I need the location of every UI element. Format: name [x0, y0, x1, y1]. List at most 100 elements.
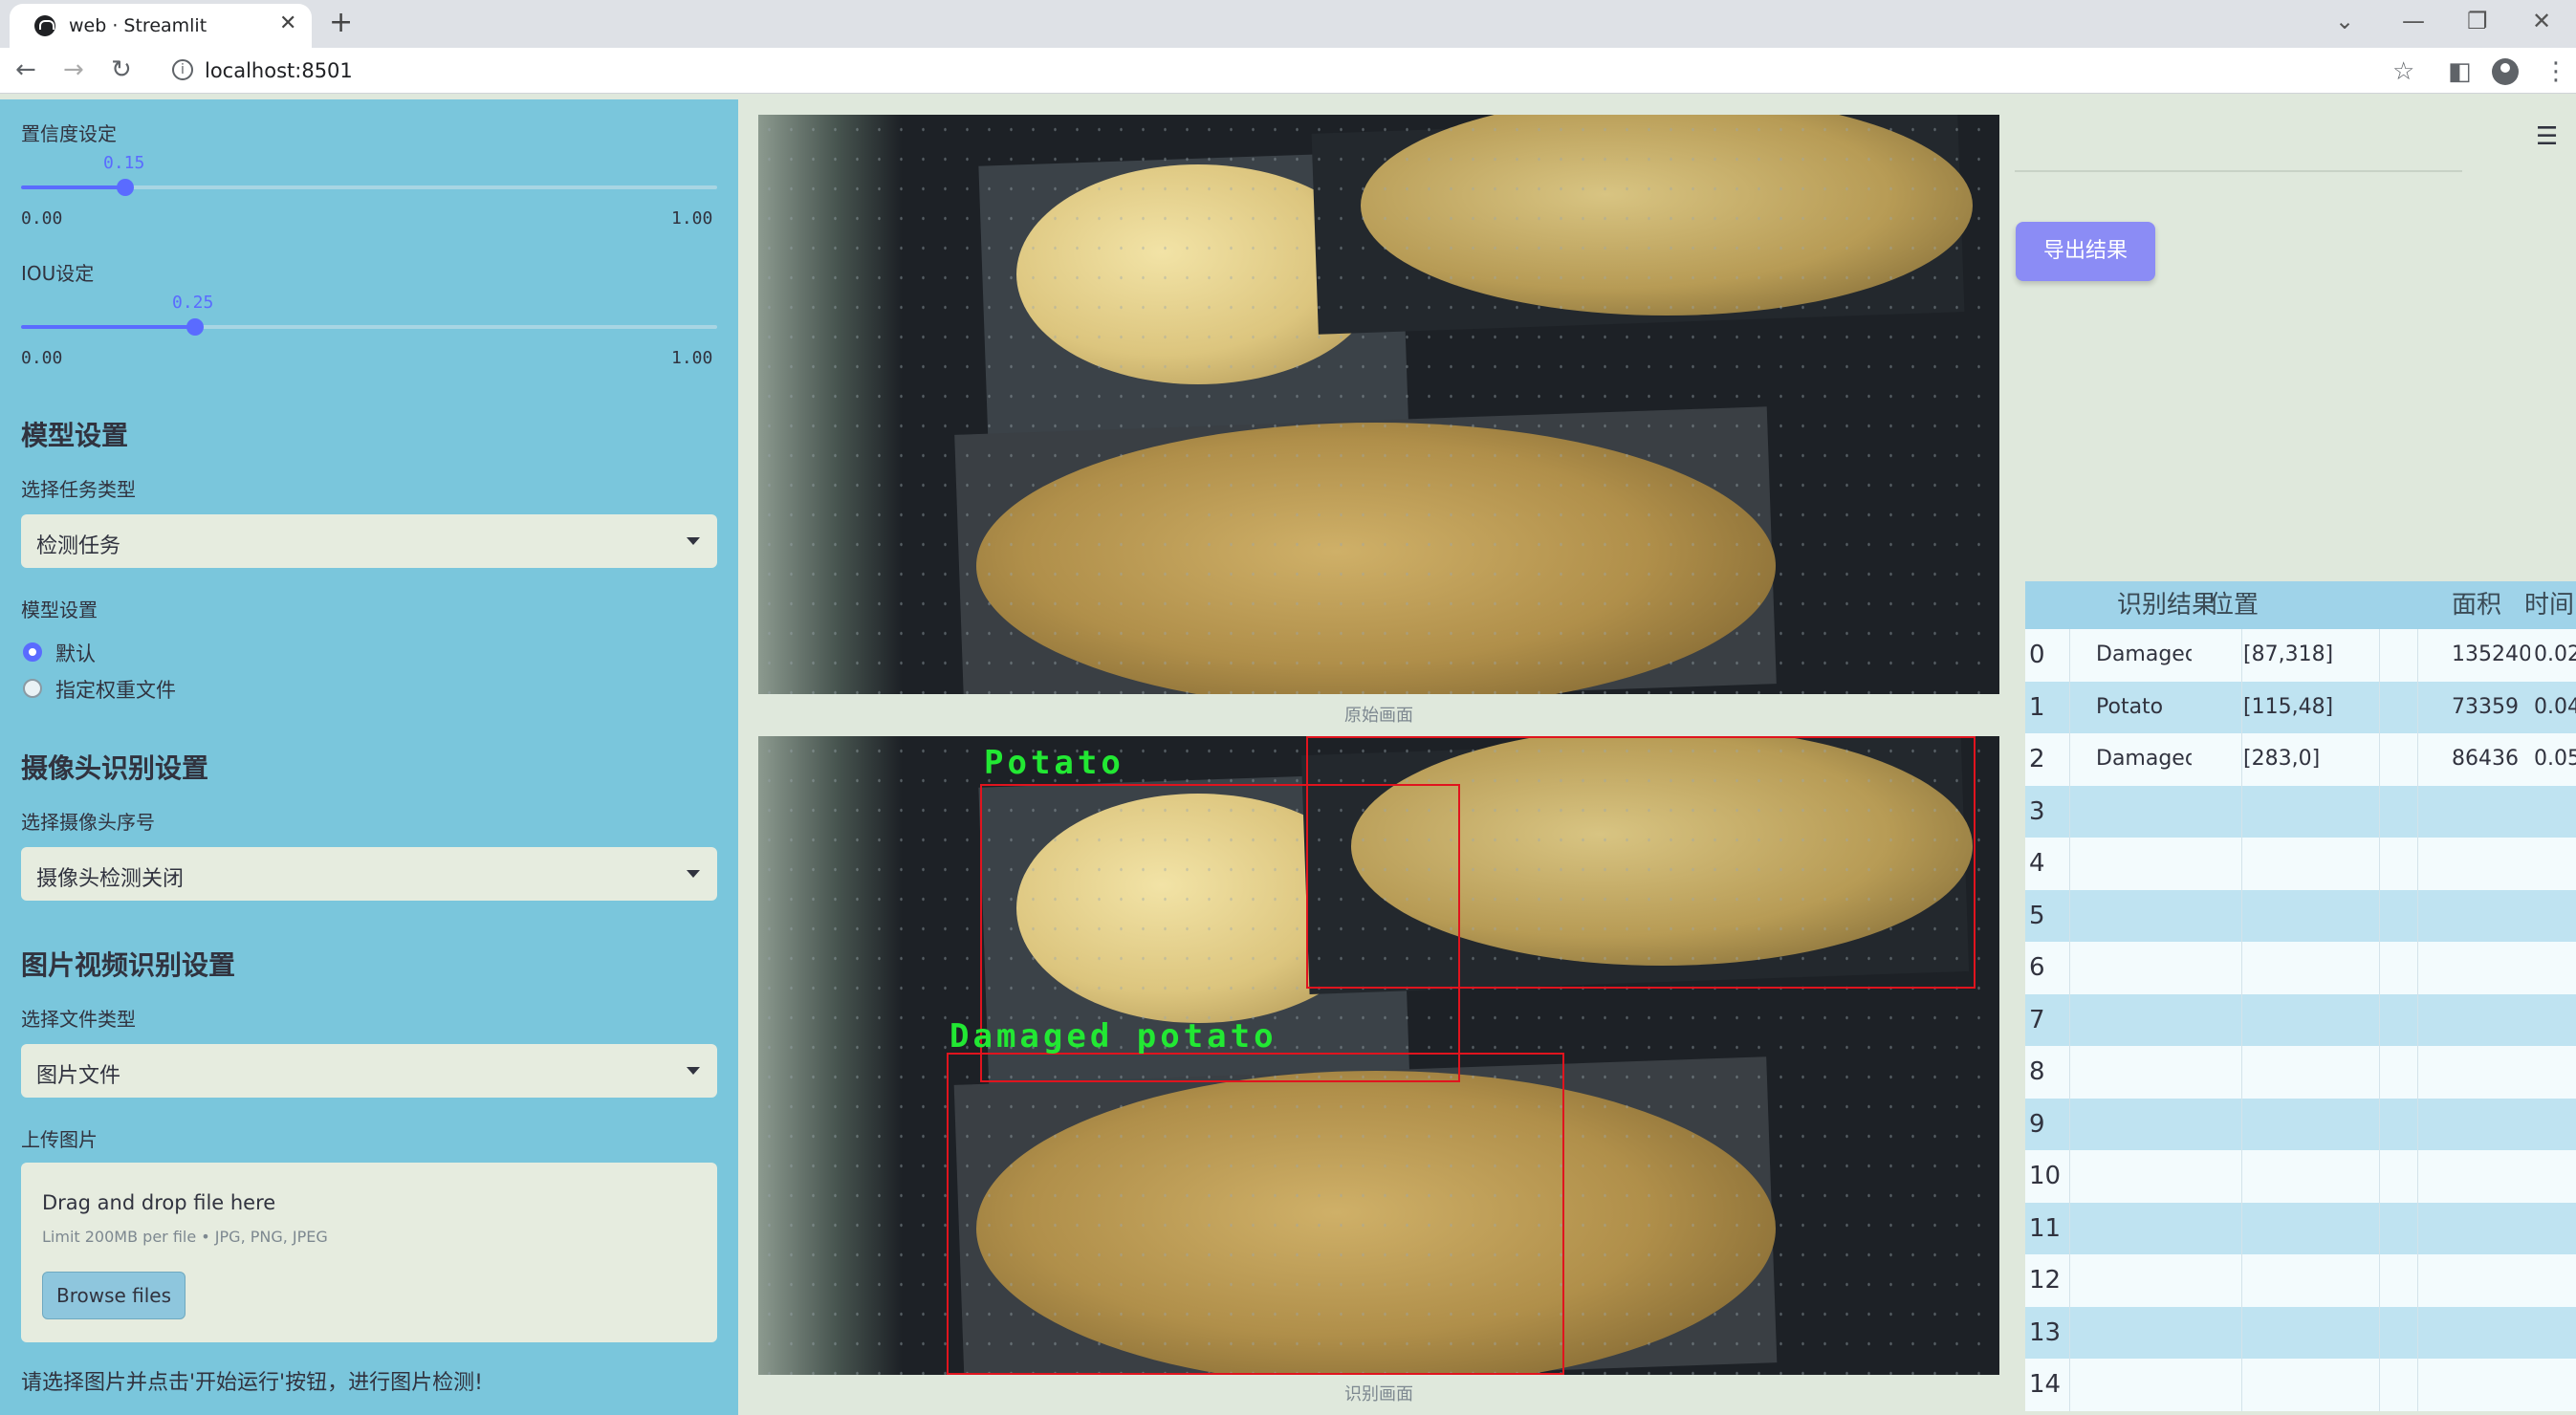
- header-result[interactable]: 识别结果: [2069, 581, 2232, 629]
- table-row[interactable]: 1 Potato [115,48] 73359 0.04: [2025, 681, 2576, 734]
- position-cell[interactable]: [87,318]: [2243, 629, 2358, 682]
- time-cell[interactable]: [2528, 994, 2576, 1047]
- table-row[interactable]: 7: [2025, 993, 2576, 1047]
- time-cell[interactable]: 0.05: [2528, 733, 2576, 786]
- table-row[interactable]: 10: [2025, 1150, 2576, 1203]
- position-cell[interactable]: [2243, 1099, 2358, 1151]
- result-cell[interactable]: [2069, 994, 2192, 1047]
- time-cell[interactable]: [2528, 1254, 2576, 1307]
- time-cell[interactable]: [2528, 890, 2576, 943]
- table-row[interactable]: 6: [2025, 942, 2576, 994]
- position-cell[interactable]: [2243, 1307, 2358, 1360]
- table-row[interactable]: 14: [2025, 1359, 2576, 1411]
- time-cell[interactable]: [2528, 1099, 2576, 1151]
- result-cell[interactable]: [2069, 1307, 2192, 1360]
- restore-icon[interactable]: ❐: [2467, 8, 2488, 34]
- time-cell[interactable]: 0.02: [2528, 629, 2576, 682]
- result-cell[interactable]: Damaged potato: [2069, 733, 2192, 786]
- site-info-icon[interactable]: i: [172, 59, 193, 80]
- row-index-cell[interactable]: 10: [2025, 1150, 2069, 1203]
- area-cell[interactable]: [2448, 838, 2530, 890]
- radio-default-label[interactable]: 默认: [55, 639, 96, 667]
- reload-icon[interactable]: ↻: [111, 55, 132, 84]
- row-index-cell[interactable]: 1: [2025, 682, 2069, 734]
- area-cell[interactable]: [2448, 1099, 2530, 1151]
- tab-close-icon[interactable]: ✕: [279, 11, 296, 35]
- row-index-cell[interactable]: 3: [2025, 786, 2069, 838]
- header-position[interactable]: 位置: [2209, 581, 2276, 629]
- result-cell[interactable]: [2069, 1203, 2192, 1255]
- browser-tab[interactable]: web · Streamlit ✕: [10, 4, 312, 48]
- export-results-button[interactable]: 导出结果: [2016, 222, 2155, 281]
- radio-custom-weights-label[interactable]: 指定权重文件: [55, 675, 176, 704]
- position-cell[interactable]: [2243, 1046, 2358, 1099]
- time-cell[interactable]: [2528, 942, 2576, 994]
- table-row[interactable]: 13: [2025, 1306, 2576, 1360]
- result-cell[interactable]: [2069, 942, 2192, 994]
- result-cell[interactable]: [2069, 1099, 2192, 1151]
- side-panel-icon[interactable]: ◧: [2448, 57, 2472, 86]
- row-index-cell[interactable]: 6: [2025, 942, 2069, 994]
- table-row[interactable]: 2Damaged potato [283,0] 864360.05: [2025, 733, 2576, 786]
- row-index-cell[interactable]: 0: [2025, 629, 2069, 682]
- area-cell[interactable]: 73359: [2448, 682, 2530, 734]
- task-type-select[interactable]: 检测任务: [21, 514, 717, 568]
- table-row[interactable]: 11: [2025, 1202, 2576, 1255]
- radio-custom-weights[interactable]: [23, 679, 42, 698]
- tab-search-icon[interactable]: ⌄: [2335, 8, 2354, 34]
- profile-avatar-icon[interactable]: [2492, 58, 2519, 85]
- row-index-cell[interactable]: 7: [2025, 994, 2069, 1047]
- row-index-cell[interactable]: 8: [2025, 1046, 2069, 1099]
- row-index-cell[interactable]: 11: [2025, 1203, 2069, 1255]
- table-row[interactable]: 5: [2025, 889, 2576, 943]
- row-index-cell[interactable]: 2: [2025, 733, 2069, 786]
- result-cell[interactable]: Potato: [2069, 682, 2192, 734]
- file-type-select[interactable]: 图片文件: [21, 1044, 717, 1098]
- confidence-slider-thumb[interactable]: [117, 179, 135, 196]
- table-row[interactable]: 12: [2025, 1254, 2576, 1307]
- row-index-cell[interactable]: 14: [2025, 1359, 2069, 1411]
- row-index-cell[interactable]: 5: [2025, 890, 2069, 943]
- area-cell[interactable]: [2448, 1150, 2530, 1203]
- table-row[interactable]: 8: [2025, 1046, 2576, 1099]
- row-index-cell[interactable]: 4: [2025, 838, 2069, 890]
- time-cell[interactable]: 0.04: [2528, 682, 2576, 734]
- minimize-icon[interactable]: —: [2402, 8, 2425, 34]
- area-cell[interactable]: [2448, 890, 2530, 943]
- confidence-slider[interactable]: [21, 179, 717, 196]
- result-cell[interactable]: [2069, 1046, 2192, 1099]
- time-cell[interactable]: [2528, 1203, 2576, 1255]
- time-cell[interactable]: [2528, 1046, 2576, 1099]
- new-tab-icon[interactable]: +: [329, 6, 353, 39]
- area-cell[interactable]: 135240: [2448, 629, 2530, 682]
- area-cell[interactable]: [2448, 786, 2530, 838]
- position-cell[interactable]: [2243, 1203, 2358, 1255]
- position-cell[interactable]: [2243, 786, 2358, 838]
- time-cell[interactable]: [2528, 1359, 2576, 1411]
- forward-icon[interactable]: →: [63, 55, 84, 84]
- table-row[interactable]: 4: [2025, 838, 2576, 890]
- bookmark-star-icon[interactable]: ☆: [2392, 57, 2414, 86]
- iou-slider-thumb[interactable]: [186, 318, 204, 336]
- table-row[interactable]: 0Damaged potato [87,318] 1352400.02: [2025, 629, 2576, 682]
- time-cell[interactable]: [2528, 786, 2576, 838]
- position-cell[interactable]: [2243, 890, 2358, 943]
- area-cell[interactable]: [2448, 1307, 2530, 1360]
- browser-menu-icon[interactable]: ⋮: [2543, 57, 2568, 86]
- position-cell[interactable]: [2243, 942, 2358, 994]
- area-cell[interactable]: [2448, 1254, 2530, 1307]
- result-cell[interactable]: [2069, 1359, 2192, 1411]
- window-close-icon[interactable]: ✕: [2532, 8, 2551, 34]
- position-cell[interactable]: [2243, 1359, 2358, 1411]
- time-cell[interactable]: [2528, 1307, 2576, 1360]
- row-index-cell[interactable]: 13: [2025, 1307, 2069, 1360]
- table-row[interactable]: 3: [2025, 785, 2576, 838]
- row-index-cell[interactable]: 12: [2025, 1254, 2069, 1307]
- position-cell[interactable]: [115,48]: [2243, 682, 2358, 734]
- results-table[interactable]: 识别结果 位置 面积 时间 0Damaged potato[87,318]135…: [2025, 581, 2576, 1411]
- time-cell[interactable]: [2528, 838, 2576, 890]
- area-cell[interactable]: 86436: [2448, 733, 2530, 786]
- hamburger-menu-icon[interactable]: ☰: [2536, 122, 2558, 151]
- position-cell[interactable]: [283,0]: [2243, 733, 2358, 786]
- browse-files-button[interactable]: Browse files: [42, 1272, 186, 1319]
